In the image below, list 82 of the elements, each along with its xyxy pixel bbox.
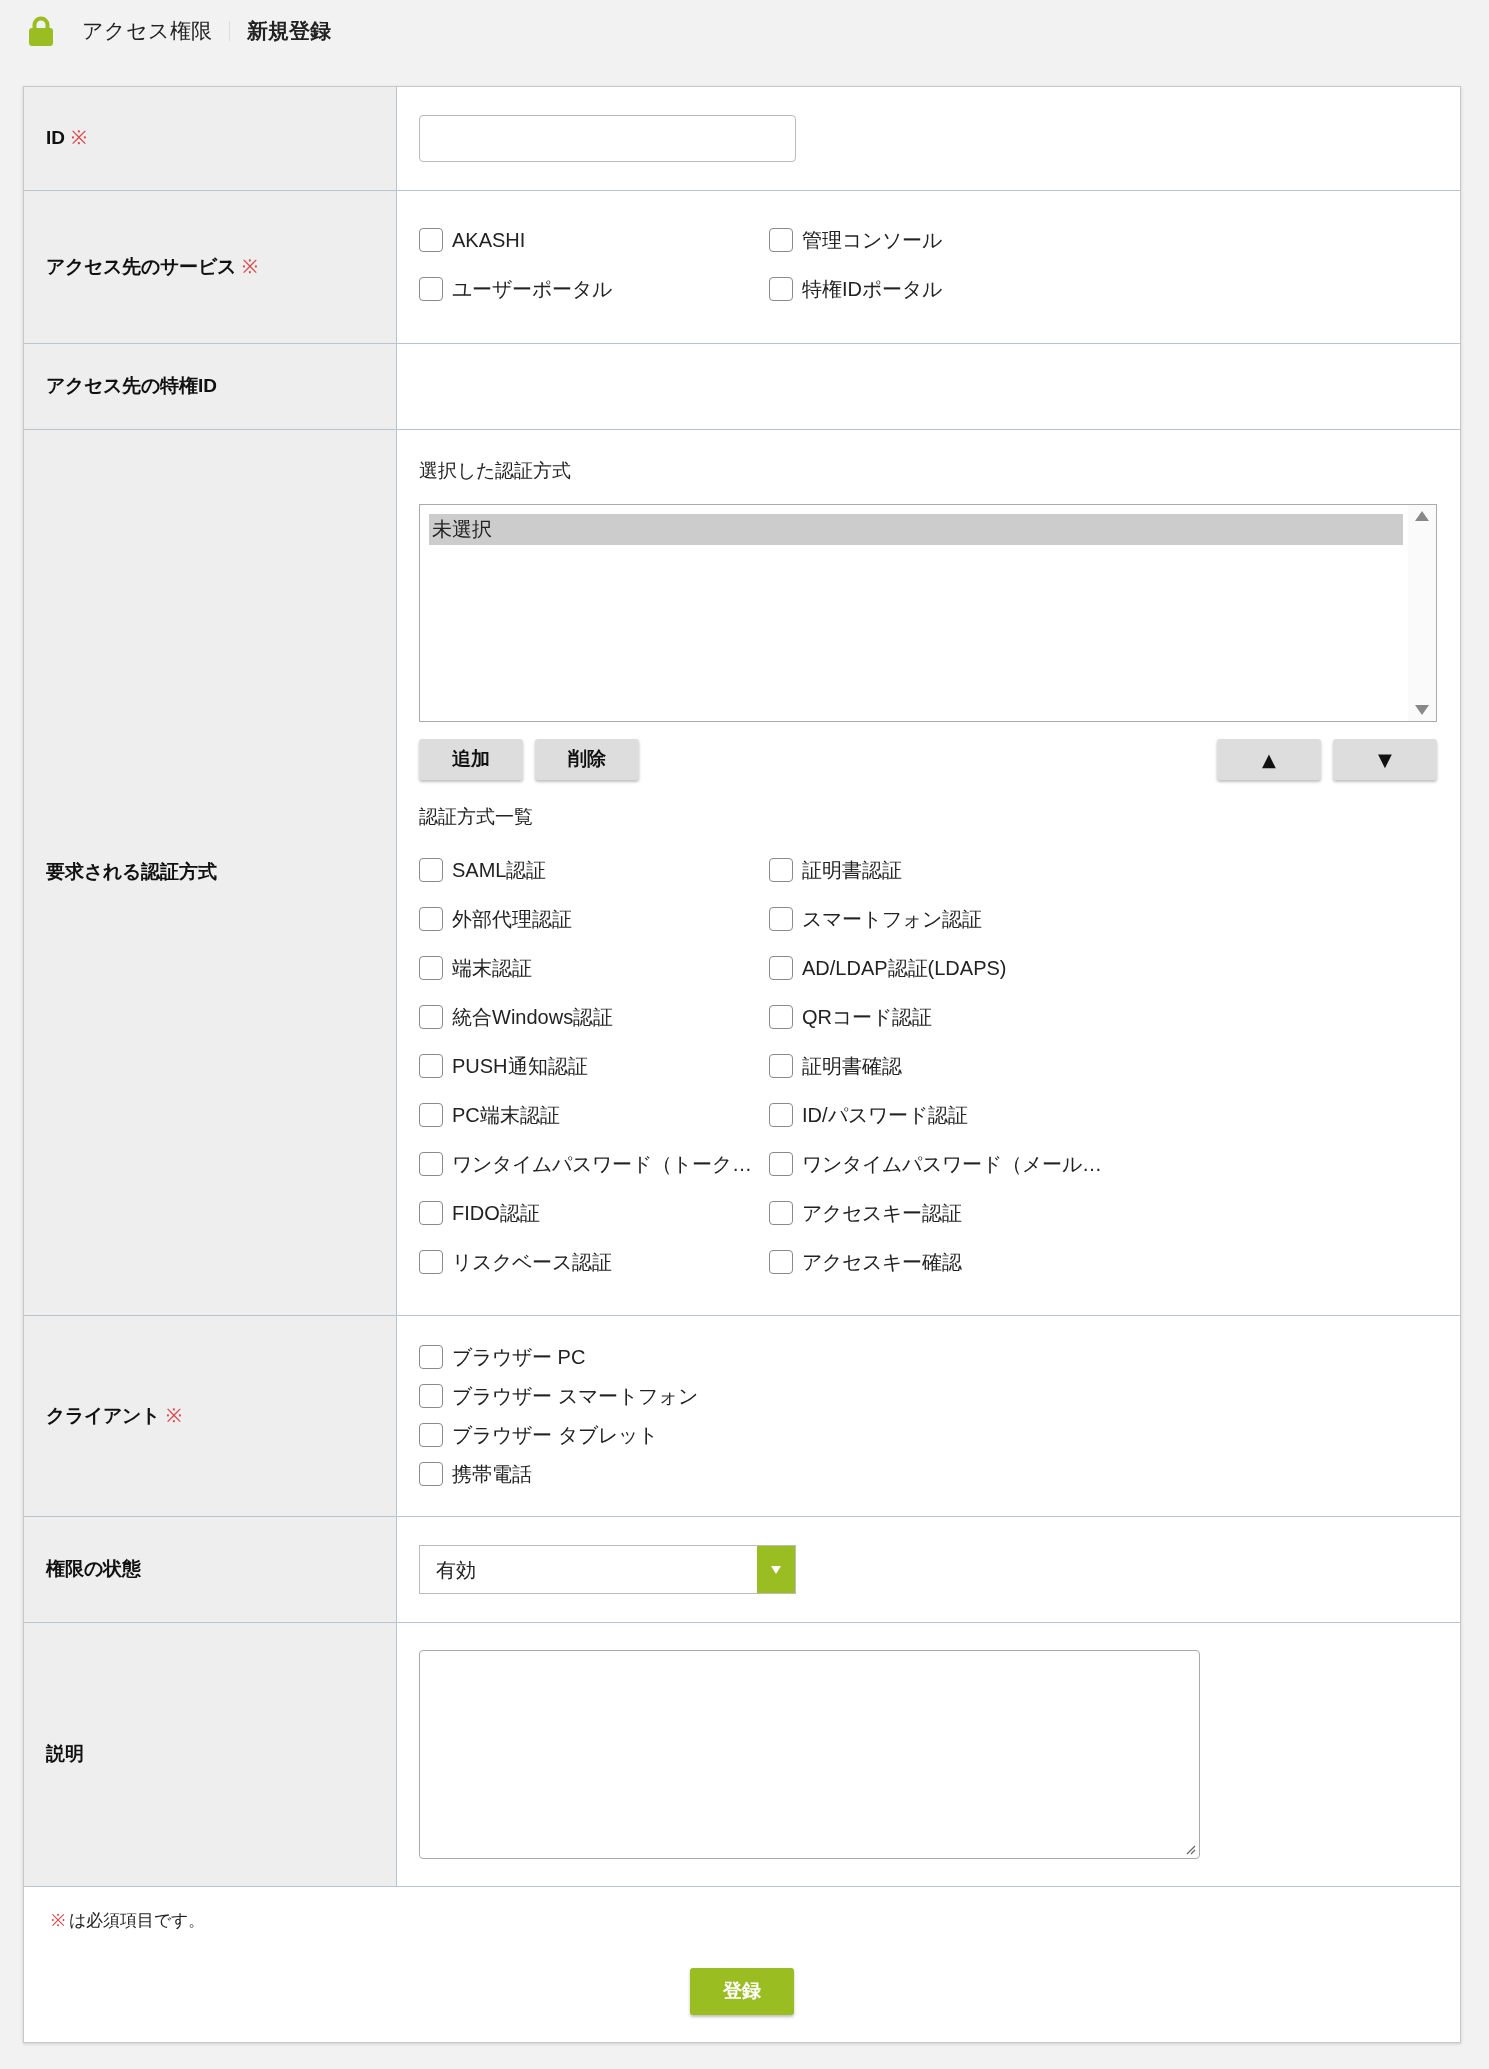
checkbox-label: リスクベース認証 bbox=[452, 1249, 612, 1275]
checkbox[interactable] bbox=[419, 1344, 443, 1369]
lock-icon bbox=[27, 16, 55, 46]
page-title: アクセス権限 bbox=[82, 18, 212, 45]
action-button[interactable]: 追加 bbox=[419, 739, 523, 780]
checkbox-label: ID/パスワード認証 bbox=[802, 1102, 968, 1128]
checkbox-label: PC端末認証 bbox=[452, 1102, 560, 1128]
checkbox[interactable] bbox=[419, 1151, 443, 1176]
field-label: アクセス先のサービス bbox=[46, 254, 236, 279]
checkbox[interactable] bbox=[769, 227, 793, 252]
checkbox-label: 証明書認証 bbox=[802, 857, 902, 883]
checkbox-label: ブラウザー タブレット bbox=[452, 1422, 658, 1448]
checkbox-label: 外部代理認証 bbox=[452, 906, 572, 932]
checkbox[interactable] bbox=[769, 1249, 793, 1274]
required-mark: ※ bbox=[166, 1403, 182, 1428]
checkbox-label: FIDO認証 bbox=[452, 1200, 540, 1226]
checkbox-label: ワンタイムパスワード（トーク… bbox=[452, 1151, 752, 1177]
checkbox-label: 証明書確認 bbox=[802, 1053, 902, 1079]
listbox[interactable]: 未選択 bbox=[419, 504, 1437, 722]
checkbox[interactable] bbox=[419, 1102, 443, 1127]
action-button[interactable]: 削除 bbox=[535, 739, 639, 780]
id-input-field[interactable] bbox=[419, 115, 796, 162]
checkbox[interactable] bbox=[769, 906, 793, 931]
checkbox[interactable] bbox=[419, 1004, 443, 1029]
checkbox-label: 携帯電話 bbox=[452, 1461, 532, 1487]
status-select[interactable]: 有効 bbox=[419, 1545, 796, 1594]
move-button[interactable]: ▼ bbox=[1333, 739, 1437, 780]
checkbox[interactable] bbox=[419, 276, 443, 301]
checkbox-label: アクセスキー認証 bbox=[802, 1200, 962, 1226]
checkbox[interactable] bbox=[769, 955, 793, 980]
checkbox[interactable] bbox=[769, 857, 793, 882]
checkbox[interactable] bbox=[419, 1383, 443, 1408]
checkbox[interactable] bbox=[419, 1422, 443, 1447]
checkbox-label: QRコード認証 bbox=[802, 1004, 932, 1030]
field-label: アクセス先の特権ID bbox=[46, 374, 217, 399]
checkbox[interactable] bbox=[419, 1249, 443, 1274]
checkbox[interactable] bbox=[419, 906, 443, 931]
checkbox-label: ブラウザー スマートフォン bbox=[452, 1383, 698, 1409]
field-label: クライアント bbox=[46, 1403, 160, 1428]
checkbox-label: ワンタイムパスワード（メール… bbox=[802, 1151, 1102, 1177]
required-mark: ※ bbox=[71, 126, 87, 151]
field-label: 要求される認証方式 bbox=[46, 860, 217, 885]
checkbox-label: アクセスキー確認 bbox=[802, 1249, 962, 1275]
checkbox[interactable] bbox=[419, 1200, 443, 1225]
checkbox-label: PUSH通知認証 bbox=[452, 1053, 588, 1079]
checkbox-label: AD/LDAP認証(LDAPS) bbox=[802, 955, 1007, 981]
required-note: は必須項目です。 bbox=[69, 1910, 205, 1933]
checkbox-label: スマートフォン認証 bbox=[802, 906, 982, 932]
checkbox-label: 端末認証 bbox=[452, 955, 532, 981]
scroll-down-arrow-icon[interactable] bbox=[1415, 705, 1429, 715]
checkbox[interactable] bbox=[769, 1102, 793, 1127]
resize-grip-icon[interactable] bbox=[1186, 1845, 1196, 1855]
required-mark: ※ bbox=[242, 254, 258, 279]
checkbox-label: ユーザーポータル bbox=[452, 276, 612, 302]
checkbox[interactable] bbox=[419, 955, 443, 980]
checkbox[interactable] bbox=[419, 857, 443, 882]
checkbox[interactable] bbox=[769, 1151, 793, 1176]
checkbox[interactable] bbox=[419, 1053, 443, 1078]
checkbox-label: 管理コンソール bbox=[802, 227, 942, 253]
checkbox-label: 特権IDポータル bbox=[802, 276, 942, 302]
checkbox[interactable] bbox=[769, 1053, 793, 1078]
checkbox-label: AKASHI bbox=[452, 227, 526, 253]
move-button[interactable]: ▲ bbox=[1217, 739, 1321, 780]
checkbox-label: 統合Windows認証 bbox=[452, 1004, 614, 1030]
description-field[interactable] bbox=[419, 1650, 1200, 1859]
checkbox-label: ブラウザー PC bbox=[452, 1344, 586, 1370]
field-label: ID bbox=[46, 126, 65, 151]
caret-down-icon bbox=[757, 1546, 795, 1593]
page-subtitle: 新規登録 bbox=[247, 18, 331, 45]
checkbox[interactable] bbox=[769, 1004, 793, 1029]
checkbox-label: SAML認証 bbox=[452, 857, 547, 883]
checkbox[interactable] bbox=[769, 276, 793, 301]
required-mark: ※ bbox=[51, 1910, 65, 1933]
section-heading: 認証方式一覧 bbox=[419, 805, 534, 829]
checkbox[interactable] bbox=[769, 1200, 793, 1225]
scroll-up-arrow-icon[interactable] bbox=[1415, 511, 1429, 521]
checkbox[interactable] bbox=[419, 1461, 443, 1486]
field-label: 権限の状態 bbox=[46, 1557, 141, 1582]
section-heading: 選択した認証方式 bbox=[419, 459, 572, 483]
checkbox[interactable] bbox=[419, 227, 443, 252]
field-label: 説明 bbox=[46, 1742, 84, 1767]
list-option[interactable]: 未選択 bbox=[429, 514, 1403, 545]
